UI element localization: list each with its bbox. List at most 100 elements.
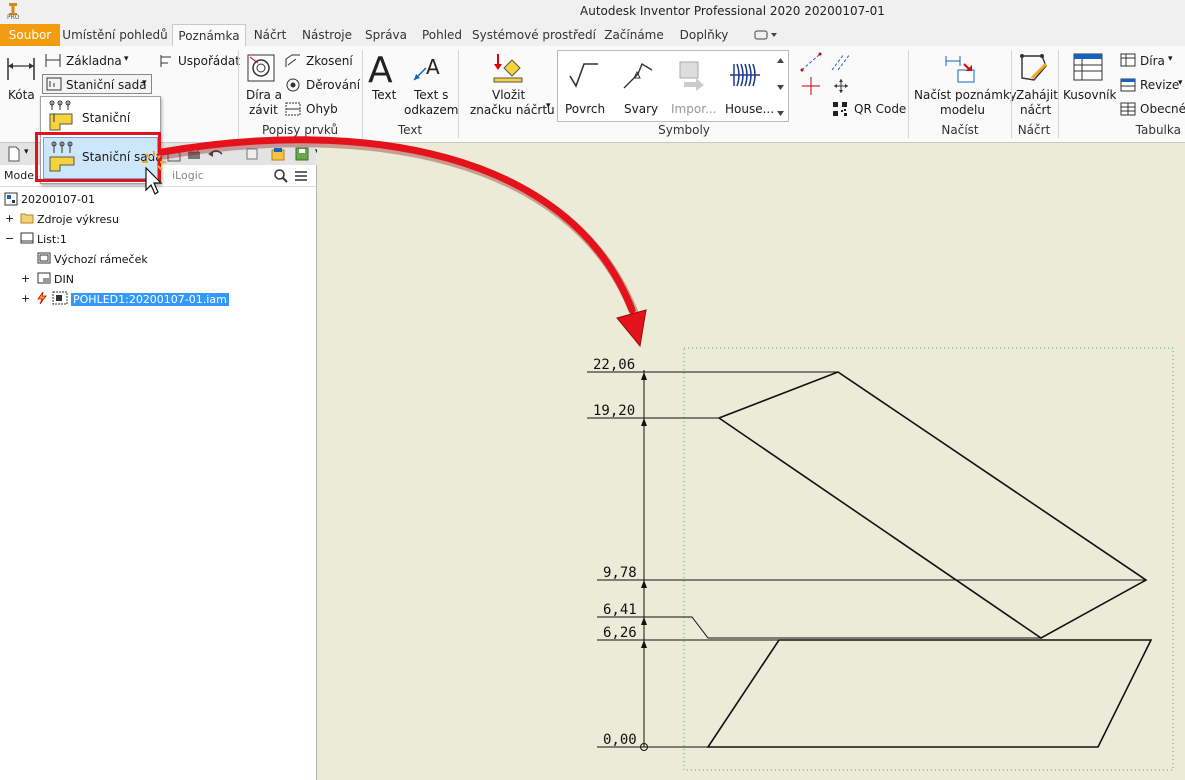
tab-soubor[interactable]: Soubor [0,24,60,46]
start-sketch-icon[interactable] [1018,52,1050,84]
tree-item-document[interactable]: 20200107-01 [21,193,95,206]
browser-tab-model[interactable]: Model [4,169,37,182]
tab-zaciname[interactable]: Začínáme [598,24,670,46]
save-icon[interactable] [294,146,310,162]
tab-umisteni-pohledu[interactable]: Umístění pohledů [60,24,170,46]
dimension-label-19-20[interactable]: 19,20 [593,403,635,419]
svary-button[interactable]: Svary [624,102,658,116]
zahajit-label-2[interactable]: náčrt [1020,103,1051,117]
vlozit-dropdown-icon[interactable]: ▾ [546,101,551,111]
centerline-bisector-icon[interactable] [830,52,852,72]
tab-doplnky[interactable]: Doplňky [672,24,736,46]
menu-icon[interactable] [293,168,309,184]
dira-a-zavit-label-2[interactable]: závit [249,103,278,117]
qr-code-button[interactable]: QR Code [854,102,906,116]
house-icon[interactable] [728,58,762,92]
vlozit-label-2[interactable]: značku náčrtu [470,103,555,117]
text-icon[interactable]: A [366,50,398,91]
import-symbol-icon[interactable] [674,58,708,92]
dira-button[interactable]: Díra [1140,54,1165,68]
povrch-button[interactable]: Povrch [565,102,605,116]
panel-text: Text [397,123,423,137]
zahajit-label-1[interactable]: Zahájit [1016,88,1058,102]
text-s-odkazem-label-2[interactable]: odkazem [404,103,458,117]
center-mark-icon[interactable] [800,76,822,96]
dira-dropdown-icon[interactable]: ▾ [1168,54,1173,64]
tree-item-pohled[interactable]: POHLED1:20200107-01.iam [71,293,229,306]
tree-collapse-icon[interactable]: − [5,232,14,245]
ribbon-options-icon[interactable] [752,28,780,42]
panel-separator [1058,50,1059,138]
vlozit-label-1[interactable]: Vložit [492,88,525,102]
part-lower-parallelogram[interactable] [706,639,1153,748]
zakladna-dropdown-icon[interactable]: ▾ [124,54,129,64]
dimension-label-6-41[interactable]: 6,41 [603,602,637,618]
new-document-icon[interactable] [6,146,22,162]
baseline-dimension-icon [44,52,62,68]
tab-poznamka[interactable]: Poznámka [172,24,246,48]
revize-dropdown-icon[interactable]: ▾ [1178,78,1183,88]
centered-pattern-icon[interactable] [830,76,852,96]
retrieve-model-annotations-icon[interactable] [944,52,976,84]
dimension-label-0-00[interactable]: 0,00 [603,732,637,748]
redo-icon[interactable] [244,146,260,162]
insert-sketch-symbol-icon[interactable] [490,52,524,84]
impor-button[interactable]: Impor... [671,102,716,116]
inventor-logo-icon[interactable]: PRO [6,2,20,22]
extension-line [644,616,1041,639]
open-folder-icon[interactable] [270,146,286,162]
dimension-label-6-26[interactable]: 6,26 [603,625,637,641]
dira-a-zavit-label-1[interactable]: Díra a [246,88,282,102]
text-button[interactable]: Text [372,88,396,102]
usporadat-button[interactable]: Uspořádat [178,54,240,68]
label-underlines [587,371,644,748]
tab-pohled[interactable]: Pohled [414,24,470,46]
obecne-button[interactable]: Obecné [1140,102,1185,116]
leader-text-icon[interactable]: A [412,54,444,82]
derovani-button[interactable]: Děrování [306,78,360,92]
tree-expander-icon[interactable]: + [21,292,30,305]
tree-expander-icon[interactable]: + [21,272,30,285]
gallery-scroll[interactable] [775,51,786,119]
tab-systemove-prostredi[interactable]: Systémové prostředí [472,24,596,46]
tree-item-ramecek[interactable]: Výchozí rámeček [54,253,148,266]
dimension-label-22-06[interactable]: 22,06 [593,357,635,373]
ordinate-dimension-icon [46,100,78,132]
centerline-icon[interactable] [800,52,822,72]
zakladna-button[interactable]: Základna [66,54,122,68]
dropdown-item-stanicni[interactable]: Staniční [82,111,130,125]
weld-icon[interactable] [620,58,654,92]
panel-separator [362,50,363,138]
dimension-label-9-78[interactable]: 9,78 [603,565,637,581]
tab-nacrt[interactable]: Náčrt [246,24,294,46]
house-button[interactable]: House... [725,102,774,116]
tab-nastroje[interactable]: Nástroje [296,24,358,46]
nacist-label-2[interactable]: modelu [940,103,985,117]
part-upper-parallelogram[interactable] [717,371,1148,639]
tree-item-list[interactable]: List:1 [37,233,67,246]
nacist-label-1[interactable]: Načíst poznámky [914,88,1017,102]
ohyb-button[interactable]: Ohyb [306,102,338,116]
tab-sprava[interactable]: Správa [360,24,412,46]
stanicni-sada-dropdown-icon[interactable]: ▾ [142,78,147,88]
search-icon[interactable] [273,168,289,184]
text-s-odkazem-label-1[interactable]: Text s [414,88,448,102]
surface-texture-icon[interactable] [566,58,600,92]
arrange-icon [158,53,174,69]
browser-tab-ilogic[interactable]: iLogic [172,169,204,182]
revize-button[interactable]: Revize [1140,78,1179,92]
tree-item-zdroje[interactable]: Zdroje výkresu [37,213,119,226]
undo-icon[interactable] [206,146,226,162]
new-dropdown-icon[interactable]: ▾ [24,147,29,157]
kusovnik-button[interactable]: Kusovník [1063,88,1116,102]
tree-expander-icon[interactable]: + [5,212,14,225]
hole-thread-icon[interactable] [246,53,276,83]
zkoseni-button[interactable]: Zkosení [306,54,353,68]
stanicni-sada-button[interactable]: Staniční sada ▾ [42,74,152,94]
panel-nacrt: Náčrt [1017,123,1051,137]
parts-list-icon[interactable] [1072,52,1104,82]
kota-label[interactable]: Kóta [8,88,35,102]
dimension-icon[interactable] [6,54,36,82]
print-icon[interactable] [186,146,202,162]
tree-item-din[interactable]: DIN [54,273,74,286]
